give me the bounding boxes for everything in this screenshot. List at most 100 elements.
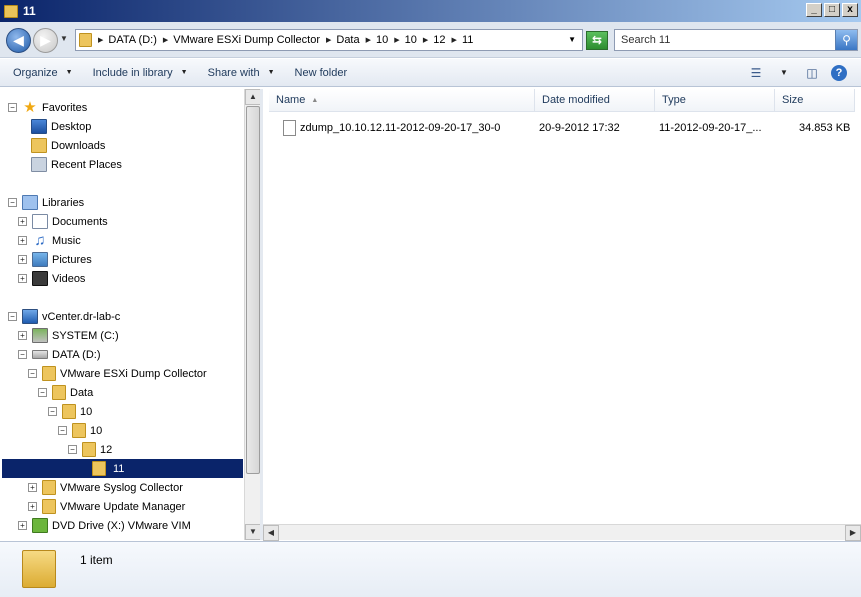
- nav-system-c[interactable]: + SYSTEM (C:): [18, 326, 119, 345]
- breadcrumb-item[interactable]: ▶ 12: [423, 34, 446, 46]
- nav-data-d[interactable]: − DATA (D:): [18, 345, 100, 364]
- search-icon[interactable]: ⚲: [835, 30, 857, 50]
- collapse-toggle[interactable]: −: [8, 312, 17, 321]
- recent-places-icon: [31, 157, 47, 172]
- nav-favorites[interactable]: − ★ Favorites: [8, 98, 87, 117]
- nav-folder-10[interactable]: − 10: [48, 402, 92, 421]
- nav-dvd-drive[interactable]: + DVD Drive (X:) VMware VIM: [18, 516, 191, 535]
- collapse-toggle[interactable]: −: [58, 426, 67, 435]
- file-list: Name ▲ Date modified Type Size zdump_10.1…: [263, 89, 861, 540]
- organize-button[interactable]: Organize ▼: [13, 67, 73, 79]
- share-with-button[interactable]: Share with ▼: [208, 67, 275, 79]
- chevron-right-icon[interactable]: ▶: [98, 36, 103, 44]
- collapse-toggle[interactable]: −: [18, 350, 27, 359]
- back-button[interactable]: ◀: [6, 28, 31, 53]
- include-in-library-button[interactable]: Include in library ▼: [93, 67, 188, 79]
- search-input[interactable]: Search 11 ⚲: [614, 29, 858, 51]
- help-icon[interactable]: ?: [831, 64, 847, 81]
- expand-toggle[interactable]: +: [18, 255, 27, 264]
- folder-icon: [62, 404, 76, 419]
- file-icon: [283, 120, 296, 139]
- nav-videos[interactable]: + Videos: [18, 269, 85, 288]
- collapse-toggle[interactable]: −: [28, 369, 37, 378]
- nav-recent-places[interactable]: Recent Places: [31, 155, 122, 174]
- videos-icon: [32, 271, 48, 286]
- expand-toggle[interactable]: +: [18, 236, 27, 245]
- nav-syslog-collector[interactable]: + VMware Syslog Collector: [28, 478, 183, 497]
- view-options-icon[interactable]: ☰: [747, 64, 765, 81]
- nav-desktop[interactable]: Desktop: [31, 117, 91, 136]
- expand-toggle[interactable]: +: [18, 217, 27, 226]
- pictures-icon: [32, 252, 48, 267]
- column-header-date-modified[interactable]: Date modified: [535, 89, 655, 112]
- expand-toggle[interactable]: +: [28, 483, 37, 492]
- folder-icon: [52, 385, 66, 400]
- nav-music[interactable]: + ♫ Music: [18, 231, 81, 250]
- close-button[interactable]: x: [842, 3, 858, 17]
- maximize-button[interactable]: □: [824, 3, 840, 17]
- details-pane: 1 item: [0, 541, 861, 597]
- collapse-toggle[interactable]: −: [38, 388, 47, 397]
- downloads-icon: [31, 138, 47, 153]
- nav-data-folder[interactable]: − Data: [38, 383, 93, 402]
- scroll-up-button[interactable]: ▲: [245, 89, 261, 105]
- folder-icon: [42, 499, 56, 514]
- chevron-right-icon[interactable]: ▶: [163, 36, 168, 44]
- collapse-toggle[interactable]: −: [8, 103, 17, 112]
- expand-toggle[interactable]: +: [28, 502, 37, 511]
- forward-button[interactable]: ▶: [33, 28, 58, 53]
- nav-folder-12[interactable]: − 12: [68, 440, 112, 459]
- nav-folder-11[interactable]: 11: [2, 459, 243, 478]
- address-bar[interactable]: ▶ DATA (D:) ▶ VMware ESXi Dump Collector ▶…: [75, 29, 583, 51]
- scroll-down-button[interactable]: ▼: [245, 524, 261, 540]
- expand-toggle[interactable]: +: [18, 331, 27, 340]
- breadcrumb-item[interactable]: ▶ 10: [394, 34, 417, 46]
- breadcrumb-item[interactable]: ▶ VMware ESXi Dump Collector: [163, 34, 320, 46]
- nav-update-manager[interactable]: + VMware Update Manager: [28, 497, 185, 516]
- collapse-toggle[interactable]: −: [48, 407, 57, 416]
- column-header-name[interactable]: Name ▲: [269, 89, 535, 112]
- navigation-scrollbar[interactable]: ▲ ▼: [244, 89, 261, 540]
- address-dropdown-icon[interactable]: ▼: [568, 35, 576, 44]
- recent-pages-dropdown-icon[interactable]: ▼: [60, 34, 68, 43]
- column-header-type[interactable]: Type: [655, 89, 775, 112]
- file-list-horizontal-scrollbar[interactable]: ◀ ▶: [263, 524, 861, 541]
- new-folder-button[interactable]: New folder: [295, 67, 348, 79]
- chevron-right-icon[interactable]: ▶: [394, 36, 399, 44]
- expand-toggle[interactable]: +: [18, 274, 27, 283]
- scroll-left-button[interactable]: ◀: [263, 525, 279, 541]
- folder-icon: [92, 461, 106, 476]
- preview-pane-icon[interactable]: ◫: [803, 64, 821, 81]
- computer-icon: [22, 309, 38, 324]
- nav-pictures[interactable]: + Pictures: [18, 250, 92, 269]
- nav-documents[interactable]: + Documents: [18, 212, 108, 231]
- scroll-right-button[interactable]: ▶: [845, 525, 861, 541]
- libraries-icon: [22, 195, 38, 210]
- breadcrumb-item[interactable]: ▶ 10: [366, 34, 389, 46]
- file-type: 11-2012-09-20-17_...: [659, 122, 762, 134]
- title-bar: 11 _ □ x: [0, 0, 861, 22]
- nav-dump-collector[interactable]: − VMware ESXi Dump Collector: [28, 364, 207, 383]
- collapse-toggle[interactable]: −: [8, 198, 17, 207]
- minimize-button[interactable]: _: [806, 3, 822, 17]
- chevron-right-icon[interactable]: ▶: [452, 36, 457, 44]
- breadcrumb-item[interactable]: ▶ 11: [452, 34, 474, 46]
- nav-folder-10-sub[interactable]: − 10: [58, 421, 102, 440]
- breadcrumb-item[interactable]: ▶ Data: [326, 34, 360, 46]
- chevron-right-icon[interactable]: ▶: [326, 36, 331, 44]
- chevron-right-icon[interactable]: ▶: [423, 36, 428, 44]
- file-row[interactable]: zdump_10.10.12.11-2012-09-20-17_30-0 20-…: [263, 118, 861, 138]
- breadcrumb-item[interactable]: ▶ DATA (D:): [98, 34, 157, 46]
- nav-downloads[interactable]: Downloads: [31, 136, 105, 155]
- refresh-button[interactable]: ⇆: [586, 31, 608, 50]
- scroll-thumb[interactable]: [246, 106, 260, 474]
- expand-toggle[interactable]: +: [18, 521, 27, 530]
- nav-libraries[interactable]: − Libraries: [8, 193, 84, 212]
- chevron-down-icon[interactable]: ▼: [775, 64, 793, 81]
- collapse-toggle[interactable]: −: [68, 445, 77, 454]
- nav-computer[interactable]: − vCenter.dr-lab-c: [8, 307, 120, 326]
- folder-icon: [22, 550, 56, 588]
- chevron-right-icon[interactable]: ▶: [366, 36, 371, 44]
- column-header-size[interactable]: Size: [775, 89, 855, 112]
- folder-icon: [42, 480, 56, 495]
